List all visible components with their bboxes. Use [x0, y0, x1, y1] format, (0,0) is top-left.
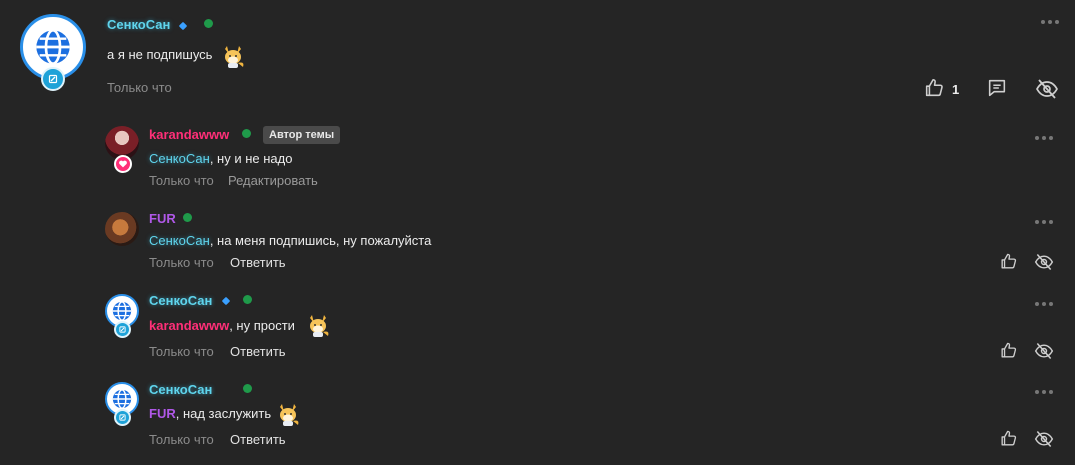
globe-icon — [111, 300, 133, 322]
eye-off-icon[interactable] — [1034, 252, 1054, 272]
user-badge — [41, 67, 65, 91]
reply-time: Только что — [149, 432, 214, 447]
reply-text: karandawww, ну прости — [149, 318, 295, 333]
user-badge — [114, 409, 131, 426]
reply-time: Только что — [149, 173, 214, 188]
thumb-up-icon[interactable] — [999, 341, 1018, 360]
pen-icon — [118, 325, 127, 334]
online-status-dot — [204, 19, 213, 28]
more-icon[interactable] — [1035, 302, 1053, 306]
reply-time: Только что — [149, 344, 214, 359]
reply-author[interactable]: СенкоСан — [149, 293, 212, 308]
mention[interactable]: karandawww — [149, 318, 229, 333]
globe-icon — [111, 388, 133, 410]
eye-off-icon[interactable] — [1035, 77, 1059, 101]
thumb-up-icon[interactable] — [923, 77, 945, 99]
edit-button[interactable]: Редактировать — [228, 173, 318, 188]
comment-text: а я не подпишусь — [107, 47, 213, 62]
heart-icon — [118, 159, 128, 169]
more-icon[interactable] — [1035, 136, 1053, 140]
reply-button[interactable]: Ответить — [230, 432, 286, 447]
pen-icon — [47, 73, 59, 85]
fox-sticker — [220, 43, 246, 69]
online-status-dot — [242, 129, 251, 138]
reply-text: СенкоСан, ну и не надо — [149, 151, 293, 166]
online-status-dot — [243, 384, 252, 393]
comment-author[interactable]: СенкоСан — [107, 17, 170, 32]
more-icon[interactable] — [1035, 390, 1053, 394]
user-badge — [114, 155, 132, 173]
mention[interactable]: СенкоСан — [149, 151, 210, 166]
eye-off-icon[interactable] — [1034, 429, 1054, 449]
reply-text: FUR, над заслужить — [149, 406, 272, 421]
reply-button[interactable]: Ответить — [230, 255, 286, 270]
more-icon[interactable] — [1041, 20, 1059, 24]
reply-button[interactable]: Ответить — [230, 344, 286, 359]
eye-off-icon[interactable] — [1034, 341, 1054, 361]
reply-author[interactable]: FUR — [149, 211, 176, 226]
diamond-icon — [178, 21, 188, 31]
reply-text: СенкоСан, на меня подпишись, ну пожалуйс… — [149, 233, 432, 248]
like-count: 1 — [952, 82, 960, 97]
topic-author-badge: Автор темы — [263, 126, 341, 144]
online-status-dot — [243, 295, 252, 304]
user-badge — [114, 321, 131, 338]
avatar[interactable] — [105, 212, 139, 246]
reply-author[interactable]: karandawww — [149, 127, 229, 142]
pen-icon — [118, 413, 127, 422]
fox-sticker — [305, 312, 331, 338]
reply-author[interactable]: СенкоСан — [149, 382, 212, 397]
thumb-up-icon[interactable] — [999, 429, 1018, 448]
thumb-up-icon[interactable] — [999, 252, 1018, 271]
mention[interactable]: СенкоСан — [149, 233, 210, 248]
comment-time: Только что — [107, 80, 172, 95]
reply-time: Только что — [149, 255, 214, 270]
comment-icon[interactable] — [986, 77, 1008, 99]
online-status-dot — [183, 213, 192, 222]
more-icon[interactable] — [1035, 220, 1053, 224]
mention[interactable]: FUR — [149, 406, 176, 421]
globe-icon — [33, 27, 73, 67]
diamond-icon — [221, 296, 231, 306]
fox-sticker — [275, 401, 301, 427]
